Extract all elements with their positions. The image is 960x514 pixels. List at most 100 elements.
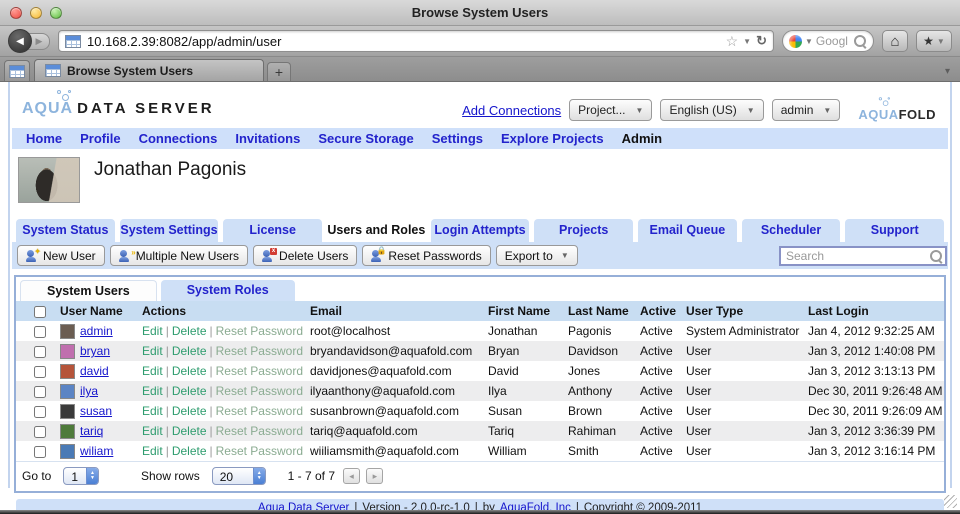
reset-password-link[interactable]: Reset Password: [216, 404, 303, 418]
nav-item[interactable]: Secure Storage: [318, 131, 413, 146]
nav-item[interactable]: Home: [26, 131, 62, 146]
table-row: admin Edit|Delete|Reset Password root@lo…: [16, 321, 944, 341]
delete-link[interactable]: Delete: [172, 344, 207, 358]
admin-tab[interactable]: Login Attempts: [431, 219, 530, 242]
next-page-button[interactable]: ▸: [366, 468, 383, 484]
column-header-first-name[interactable]: First Name: [484, 301, 564, 321]
language-dropdown[interactable]: English (US) ▼: [660, 99, 763, 121]
username-link[interactable]: david: [80, 364, 109, 378]
username-link[interactable]: susan: [80, 404, 112, 418]
username-link[interactable]: wiliam: [80, 444, 113, 458]
multiple-new-users-button[interactable]: » Multiple New Users: [110, 245, 248, 266]
export-to-button[interactable]: Export to ▼: [496, 245, 578, 266]
delete-link[interactable]: Delete: [172, 384, 207, 398]
username-link[interactable]: admin: [80, 324, 113, 338]
column-header-user-name[interactable]: User Name: [56, 301, 138, 321]
column-header-user-type[interactable]: User Type: [682, 301, 804, 321]
reset-password-link[interactable]: Reset Password: [216, 324, 303, 338]
stepper-down-icon[interactable]: ▼: [257, 476, 262, 481]
stepper-down-icon[interactable]: ▼: [90, 476, 95, 481]
username-link[interactable]: tariq: [80, 424, 103, 438]
reset-password-link[interactable]: Reset Password: [216, 424, 303, 438]
active-browser-tab[interactable]: Browse System Users: [34, 59, 264, 81]
nav-item[interactable]: Invitations: [235, 131, 300, 146]
multiple-new-users-icon: »: [119, 250, 132, 262]
reset-password-link[interactable]: Reset Password: [216, 444, 303, 458]
column-header-actions[interactable]: Actions: [138, 301, 306, 321]
admin-tab[interactable]: Email Queue: [638, 219, 737, 242]
edit-link[interactable]: Edit: [142, 424, 163, 438]
reset-password-link[interactable]: Reset Password: [216, 364, 303, 378]
add-connections-link[interactable]: Add Connections: [462, 103, 561, 118]
reload-icon[interactable]: ↻: [756, 33, 767, 49]
admin-tab[interactable]: Users and Roles: [327, 219, 426, 242]
delete-link[interactable]: Delete: [172, 444, 207, 458]
search-engine-dropdown-icon[interactable]: ▼: [805, 37, 813, 46]
admin-tab[interactable]: System Status: [16, 219, 115, 242]
edit-link[interactable]: Edit: [142, 364, 163, 378]
column-header-active[interactable]: Active: [636, 301, 682, 321]
url-dropdown-icon[interactable]: ▼: [743, 37, 751, 46]
url-text[interactable]: 10.168.2.39:8082/app/admin/user: [87, 34, 720, 49]
nav-item[interactable]: Explore Projects: [501, 131, 604, 146]
edit-link[interactable]: Edit: [142, 324, 163, 338]
bookmark-star-icon[interactable]: ☆: [726, 34, 739, 48]
delete-users-button[interactable]: x Delete Users: [253, 245, 357, 266]
search-input[interactable]: [779, 246, 947, 266]
nav-item[interactable]: Settings: [432, 131, 483, 146]
project-dropdown[interactable]: Project... ▼: [569, 99, 652, 121]
app-tab-button[interactable]: [4, 60, 30, 81]
delete-link[interactable]: Delete: [172, 364, 207, 378]
user-account-dropdown[interactable]: admin ▼: [772, 99, 841, 121]
delete-link[interactable]: Delete: [172, 404, 207, 418]
row-checkbox[interactable]: [34, 386, 46, 398]
edit-link[interactable]: Edit: [142, 384, 163, 398]
users-panel: System UsersSystem Roles User Name Actio…: [14, 275, 946, 493]
reset-password-link[interactable]: Reset Password: [216, 384, 303, 398]
column-header-last-login[interactable]: Last Login: [804, 301, 944, 321]
admin-tab[interactable]: Scheduler: [742, 219, 841, 242]
nav-item[interactable]: Profile: [80, 131, 120, 146]
window-resize-grip[interactable]: [944, 495, 957, 508]
home-button[interactable]: ⌂: [882, 30, 908, 52]
nav-item[interactable]: Admin: [622, 131, 662, 146]
users-subtab[interactable]: System Roles: [161, 280, 295, 301]
new-tab-button[interactable]: +: [267, 62, 291, 81]
edit-link[interactable]: Edit: [142, 444, 163, 458]
back-button[interactable]: ◀: [8, 29, 32, 53]
first-name-cell: Susan: [484, 401, 564, 421]
row-checkbox[interactable]: [34, 406, 46, 418]
username-link[interactable]: ilya: [80, 384, 98, 398]
tab-overflow-icon[interactable]: ▾: [945, 66, 956, 81]
bookmarks-button[interactable]: ★ ▼: [916, 30, 952, 52]
delete-link[interactable]: Delete: [172, 424, 207, 438]
web-search-box[interactable]: ▼ Googl: [782, 30, 874, 52]
previous-page-button[interactable]: ◂: [343, 468, 360, 484]
row-checkbox[interactable]: [34, 346, 46, 358]
admin-tab[interactable]: System Settings: [120, 219, 219, 242]
admin-tab[interactable]: License: [223, 219, 322, 242]
column-header-email[interactable]: Email: [306, 301, 484, 321]
delete-link[interactable]: Delete: [172, 324, 207, 338]
web-search-text[interactable]: Googl: [816, 34, 868, 48]
users-subtab[interactable]: System Users: [20, 280, 157, 301]
edit-link[interactable]: Edit: [142, 404, 163, 418]
reset-passwords-button[interactable]: 🔒 Reset Passwords: [362, 245, 490, 266]
username-link[interactable]: bryan: [80, 344, 110, 358]
column-header-last-name[interactable]: Last Name: [564, 301, 636, 321]
reset-password-link[interactable]: Reset Password: [216, 344, 303, 358]
admin-tab[interactable]: Projects: [534, 219, 633, 242]
nav-item[interactable]: Connections: [139, 131, 218, 146]
select-all-checkbox[interactable]: [34, 306, 46, 318]
go-to-page-stepper[interactable]: 1 ▲▼: [63, 467, 99, 485]
row-checkbox[interactable]: [34, 366, 46, 378]
row-checkbox[interactable]: [34, 326, 46, 338]
action-separator: |: [163, 424, 172, 438]
row-checkbox[interactable]: [34, 426, 46, 438]
new-user-button[interactable]: ✦ New User: [17, 245, 105, 266]
show-rows-stepper[interactable]: 20 ▲▼: [212, 467, 266, 485]
row-checkbox[interactable]: [34, 446, 46, 458]
edit-link[interactable]: Edit: [142, 344, 163, 358]
address-bar[interactable]: 10.168.2.39:8082/app/admin/user ☆ ▼ ↻: [58, 30, 774, 52]
admin-tab[interactable]: Support: [845, 219, 944, 242]
